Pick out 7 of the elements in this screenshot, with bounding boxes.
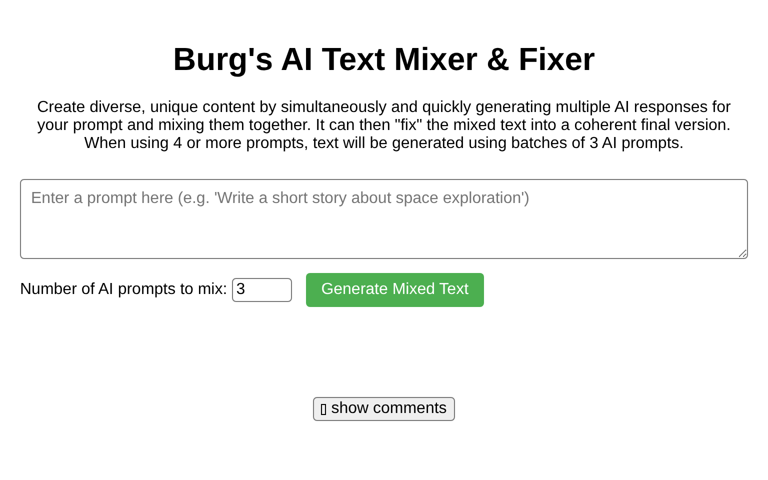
- prompt-count-label: Number of AI prompts to mix:: [20, 280, 228, 300]
- page-title: Burg's AI Text Mixer & Fixer: [172, 40, 596, 79]
- show-comments-button[interactable]: show comments: [313, 397, 455, 421]
- prompt-field[interactable]: Enter a prompt here (e.g. 'Write a short story about space exploration'): [20, 179, 748, 259]
- description: Create diverse, unique content by simultaneously and quickly generating multiple AI responses for your prompt and mixing them together. It can then "fix" the mixed text into a coherent final version. When using 4 or more prompts, text will be generated using batches of 3 AI prompts.: [36, 99, 732, 153]
- placeholder-glyph-icon: [321, 404, 326, 414]
- prompt-count-field[interactable]: 3: [232, 278, 292, 302]
